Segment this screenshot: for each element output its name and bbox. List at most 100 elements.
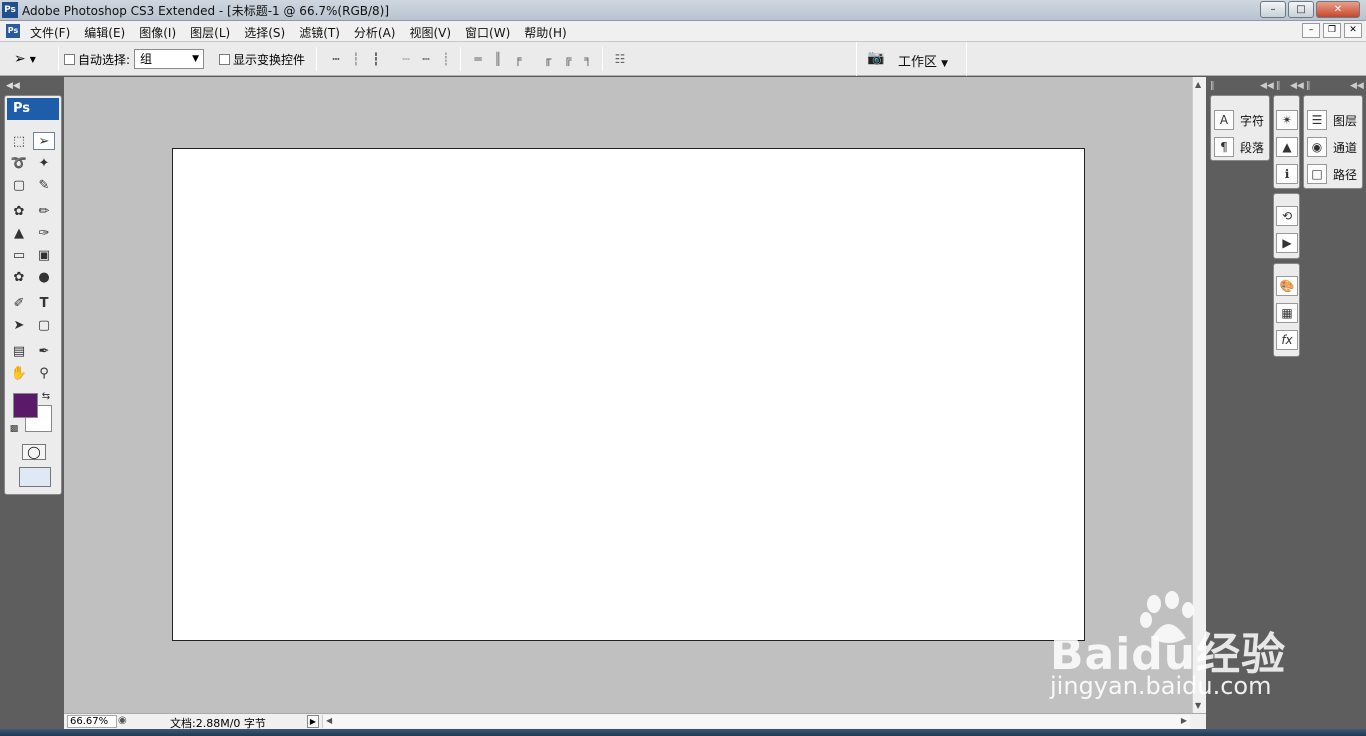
menu-help[interactable]: 帮助(H) (524, 24, 573, 41)
horizontal-scrollbar[interactable]: ◀ ▶ (322, 715, 1190, 728)
menu-analysis[interactable]: 分析(A) (354, 24, 403, 41)
distribute-vcenter-icon[interactable]: ║ (490, 51, 506, 67)
notes-tool-icon[interactable]: ▤ (8, 343, 30, 361)
scroll-up-icon[interactable]: ▲ (1195, 80, 1201, 89)
doc-minimize-icon[interactable]: – (1302, 23, 1320, 38)
scroll-left-icon[interactable]: ◀ (326, 716, 332, 725)
menu-view[interactable]: 视图(V) (409, 24, 458, 41)
history-icon[interactable]: ⟲ (1276, 206, 1298, 226)
quick-mask-icon[interactable]: ◯ (22, 444, 46, 460)
histogram-icon[interactable]: ▲ (1276, 137, 1298, 157)
distribute-top-icon[interactable]: ═ (470, 51, 486, 67)
move-tool-icon[interactable]: ➢ (33, 132, 55, 150)
toolbox: ◀◀ Ps ⬚ ➢ ➰ ✦ ▢ ✎ ✿ ✏ ▲ ✑ ▭ ▣ ✿ ● ✐ T ➤ … (0, 77, 64, 733)
default-colors-icon[interactable]: ▩ (7, 420, 21, 438)
menu-window[interactable]: 窗口(W) (465, 24, 517, 41)
align-hcenter-icon[interactable]: ┉ (418, 51, 434, 67)
dock-grip-icon[interactable]: ‖ (1306, 81, 1311, 91)
crop-tool-icon[interactable]: ▢ (8, 177, 30, 195)
menu-edit[interactable]: 编辑(E) (84, 24, 132, 41)
align-right-icon[interactable]: ┊ (438, 51, 454, 67)
distribute-hcenter-icon[interactable]: ╔ (560, 51, 576, 67)
eraser-tool-icon[interactable]: ▭ (8, 247, 30, 265)
navigator-icon[interactable]: ✴ (1276, 110, 1298, 130)
bridge-icon[interactable]: 📷 (864, 50, 888, 68)
auto-select-checkbox[interactable] (64, 54, 75, 65)
blur-tool-icon[interactable]: ✿ (8, 269, 30, 287)
gradient-tool-icon[interactable]: ▣ (33, 247, 55, 265)
path-selection-tool-icon[interactable]: ➤ (8, 317, 30, 335)
character-icon: A (1214, 110, 1234, 130)
styles-fx-icon[interactable]: fx (1276, 330, 1298, 350)
menu-file[interactable]: 文件(F) (30, 24, 77, 41)
tool-preset-picker[interactable]: ➢ ▼ (10, 48, 54, 70)
menu-select[interactable]: 选择(S) (244, 24, 292, 41)
slice-tool-icon[interactable]: ✎ (33, 177, 55, 195)
collapse-icon[interactable]: ◀◀ (1290, 81, 1304, 91)
maximize-icon[interactable]: □ (1288, 1, 1314, 18)
minimize-icon[interactable]: – (1260, 1, 1286, 18)
paragraph-label: 段落 (1240, 140, 1265, 155)
marquee-tool-icon[interactable]: ⬚ (8, 133, 30, 151)
menu-layer[interactable]: 图层(L) (190, 24, 237, 41)
dock-grip-icon[interactable]: ‖ (1276, 81, 1281, 91)
pen-tool-icon[interactable]: ✐ (8, 295, 30, 313)
paragraph-panel-button[interactable]: ¶ 段落 (1214, 137, 1264, 157)
history-brush-tool-icon[interactable]: ✑ (33, 225, 55, 243)
title-bar: Ps Adobe Photoshop CS3 Extended - [未标题-1… (0, 0, 1366, 21)
align-top-icon[interactable]: ┅ (328, 51, 344, 67)
clone-stamp-tool-icon[interactable]: ▲ (8, 225, 30, 243)
collapse-icon[interactable]: ◀◀ (1350, 81, 1364, 91)
show-transform-checkbox[interactable] (219, 54, 230, 65)
swap-colors-icon[interactable]: ⇆ (39, 388, 53, 406)
color-palette-icon[interactable]: 🎨 (1276, 276, 1298, 296)
paragraph-icon: ¶ (1214, 137, 1234, 157)
separator (602, 47, 603, 71)
doc-restore-icon[interactable]: ❐ (1323, 23, 1341, 38)
menu-filter[interactable]: 滤镜(T) (299, 24, 347, 41)
distribute-right-icon[interactable]: ╕ (580, 51, 596, 67)
align-vcenter-icon[interactable]: ┆ (348, 51, 364, 67)
eyedropper-tool-icon[interactable]: ✒ (33, 343, 55, 361)
swatches-icon[interactable]: ▦ (1276, 303, 1298, 323)
channels-panel-button[interactable]: ◉ 通道 (1307, 137, 1357, 157)
zoom-field[interactable]: 66.67% (67, 715, 117, 728)
align-bottom-icon[interactable]: ┇ (368, 51, 384, 67)
zoom-tool-icon[interactable]: ⚲ (33, 365, 55, 383)
info-icon[interactable]: ℹ (1276, 164, 1298, 184)
watermark-url: jingyan.baidu.com (1050, 672, 1272, 700)
workspace-menu[interactable]: 工作区 ▼ (898, 51, 948, 70)
magic-wand-tool-icon[interactable]: ✦ (33, 155, 55, 173)
menu-image[interactable]: 图像(I) (139, 24, 183, 41)
dock-grip-icon[interactable]: ‖ (1210, 81, 1215, 91)
screen-mode-icon[interactable] (19, 467, 51, 487)
character-panel-button[interactable]: A 字符 (1214, 110, 1264, 130)
brush-tool-icon[interactable]: ✏ (33, 203, 55, 221)
doc-close-icon[interactable]: ✕ (1344, 23, 1362, 38)
auto-select-dropdown[interactable]: 组 ▼ (134, 49, 204, 69)
collapse-icon[interactable]: ◀◀ (6, 81, 20, 91)
foreground-color-swatch[interactable] (13, 393, 38, 418)
lasso-tool-icon[interactable]: ➰ (8, 155, 30, 173)
close-icon[interactable]: ✕ (1316, 1, 1360, 18)
hand-tool-icon[interactable]: ✋ (8, 365, 30, 383)
collapse-icon[interactable]: ◀◀ (1260, 81, 1274, 91)
layers-panel-button[interactable]: ☰ 图层 (1307, 110, 1357, 130)
healing-brush-tool-icon[interactable]: ✿ (8, 203, 30, 221)
dodge-tool-icon[interactable]: ● (33, 269, 55, 287)
align-left-icon[interactable]: ┈ (398, 51, 414, 67)
paths-panel-button[interactable]: □ 路径 (1307, 164, 1357, 184)
canvas[interactable] (172, 148, 1085, 641)
app-icon: Ps (2, 2, 18, 18)
shape-tool-icon[interactable]: ▢ (33, 317, 55, 335)
scroll-right-icon[interactable]: ▶ (1181, 716, 1187, 725)
auto-select-label: 自动选择: (78, 53, 131, 67)
auto-align-layers-icon[interactable]: ☷ (612, 51, 628, 67)
channels-icon: ◉ (1307, 137, 1327, 157)
status-menu-arrow-icon[interactable]: ▶ (307, 715, 319, 728)
type-tool-icon[interactable]: T (33, 295, 55, 313)
document-icon[interactable]: Ps (6, 24, 20, 38)
distribute-bottom-icon[interactable]: ╒ (510, 51, 526, 67)
distribute-left-icon[interactable]: ╓ (540, 51, 556, 67)
actions-icon[interactable]: ▶ (1276, 233, 1298, 253)
